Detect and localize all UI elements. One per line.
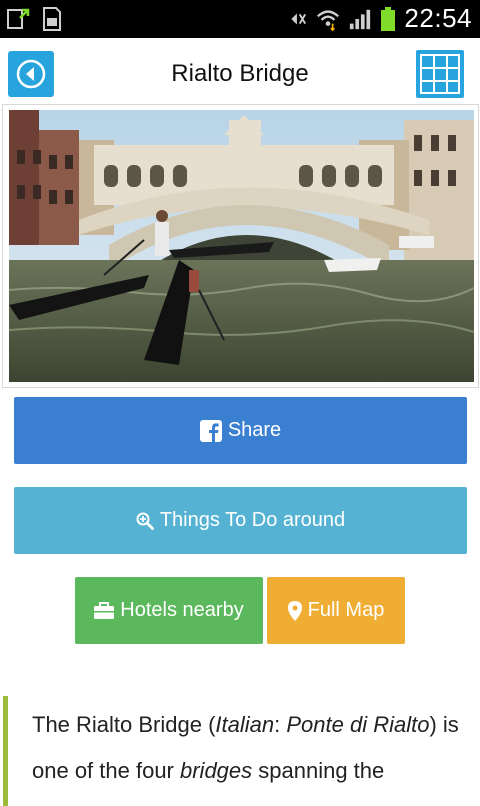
facebook-icon: [199, 419, 222, 442]
download-notification-icon: [7, 8, 30, 29]
mute-icon: [287, 12, 307, 25]
sd-card-icon: [43, 7, 61, 31]
wifi-icon: [317, 9, 340, 31]
status-clock: 22:54: [404, 3, 472, 33]
battery-icon: [381, 6, 396, 31]
description-link-italian[interactable]: Italian: [215, 712, 274, 737]
page-title: Rialto Bridge: [171, 60, 309, 87]
things-to-do-button[interactable]: Things To Do around: [14, 487, 467, 554]
menu-grid-button[interactable]: [416, 50, 464, 98]
description-text: The Rialto Bridge (Italian: Ponte di Ria…: [8, 696, 480, 794]
share-button[interactable]: Share: [14, 397, 467, 464]
full-map-button[interactable]: Full Map: [267, 577, 405, 644]
description-blockquote: The Rialto Bridge (Italian: Ponte di Ria…: [3, 696, 480, 806]
signal-icon: [350, 9, 371, 29]
description-link-bridges[interactable]: bridges: [180, 758, 252, 783]
zoom-in-icon: [136, 512, 154, 530]
description-text-part: The Rialto Bridge (: [32, 712, 216, 737]
photo-frame: [2, 104, 479, 388]
briefcase-icon: [94, 601, 115, 619]
grid-icon: [420, 54, 460, 94]
full-map-label: Full Map: [307, 599, 385, 621]
action-bar: Rialto Bridge: [0, 38, 480, 111]
description-text-part: spanning the: [252, 758, 385, 783]
rialto-bridge-photo: [9, 110, 474, 382]
map-marker-icon: [287, 600, 302, 621]
description-italic-name: Ponte di Rialto: [286, 712, 430, 737]
status-bar: 22:54: [0, 0, 480, 38]
description-text-part: :: [274, 712, 287, 737]
hotels-nearby-button[interactable]: Hotels nearby: [75, 577, 263, 644]
share-button-label: Share: [227, 419, 282, 441]
things-to-do-label: Things To Do around: [159, 509, 346, 531]
hotels-nearby-label: Hotels nearby: [120, 599, 244, 621]
